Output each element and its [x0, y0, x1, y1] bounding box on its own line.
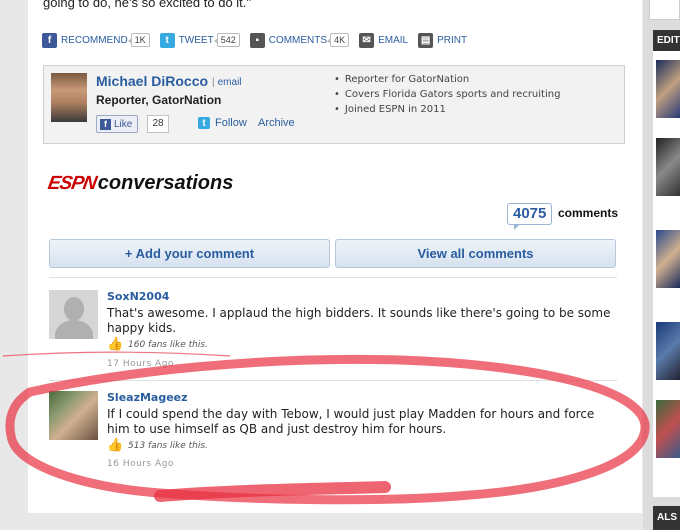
comments-label: COMMENTS: [268, 34, 328, 46]
thumbs-up-icon[interactable]: 👍: [107, 439, 123, 453]
like-count: 28: [147, 115, 169, 133]
author-avatar: [51, 73, 87, 122]
author-role: Reporter, GatorNation: [96, 93, 222, 107]
espn-conversations-logo: ESPN conversations: [46, 172, 234, 195]
comment-username[interactable]: SleazMageez: [107, 391, 188, 404]
facebook-like-button[interactable]: f Like: [96, 115, 138, 133]
divider: [49, 277, 617, 278]
print-label: PRINT: [437, 34, 468, 46]
view-all-comments-button[interactable]: View all comments: [335, 239, 616, 268]
follow-label: Follow: [215, 117, 247, 129]
thumbs-up-icon[interactable]: 👍: [107, 338, 123, 352]
thumbnail-image[interactable]: [656, 60, 680, 118]
thumbnail-image[interactable]: [656, 138, 680, 196]
author-facts: Reporter for GatorNation Covers Florida …: [334, 72, 561, 117]
article-page: going to do, he's so excited to do it." …: [28, 0, 642, 513]
right-column-header: ALS: [653, 506, 680, 530]
espn-logo-mark: ESPN: [46, 173, 98, 194]
author-name[interactable]: Michael DiRocco: [96, 73, 208, 89]
envelope-icon: ✉: [359, 32, 375, 48]
recommend-button[interactable]: f RECOMMEND 1K: [42, 32, 150, 48]
comment-timestamp: 17 Hours Ago: [107, 359, 174, 369]
author-fact: Reporter for GatorNation: [334, 72, 560, 87]
archive-link[interactable]: Archive: [258, 117, 295, 129]
recommend-label: RECOMMEND: [61, 34, 128, 46]
comment-count-badge[interactable]: 4075: [507, 203, 553, 230]
author-email-label: email: [217, 77, 242, 88]
tweet-button[interactable]: t TWEET 542: [159, 32, 240, 48]
thumbnail-image[interactable]: [656, 230, 680, 288]
comment-bubble-icon: ▪: [249, 32, 265, 48]
facebook-icon: f: [100, 118, 111, 130]
facebook-icon: f: [42, 32, 57, 48]
like-label: Like: [114, 118, 133, 130]
tweet-label: TWEET: [178, 34, 214, 46]
comment-likes: 👍 160 fans like this.: [107, 338, 208, 352]
default-avatar-head: [64, 297, 84, 321]
email-label: EMAIL: [378, 34, 409, 46]
comment-timestamp: 16 Hours Ago: [107, 459, 174, 469]
email-button[interactable]: ✉ EMAIL: [359, 32, 409, 48]
author-email-separator: |: [212, 77, 215, 88]
share-bar: f RECOMMEND 1K t TWEET 542 ▪ COMMENTS 4K…: [42, 31, 477, 49]
default-avatar-body: [55, 320, 93, 339]
comments-button[interactable]: ▪ COMMENTS 4K: [249, 32, 350, 48]
avatar[interactable]: [49, 290, 98, 339]
comment-item: SoxN2004 That's awesome. I applaud the h…: [49, 290, 617, 370]
right-column-header: EDIT: [653, 30, 680, 51]
comment-likes: 👍 513 fans like this.: [107, 439, 208, 453]
comment-count-label: comments: [558, 206, 619, 220]
comment-item: SleazMageez If I could spend the day wit…: [49, 391, 617, 471]
printer-icon: ▤: [418, 32, 434, 48]
follow-button[interactable]: t Follow: [198, 117, 247, 129]
comment-likes-text: 513 fans like this.: [128, 441, 208, 451]
comment-likes-text: 160 fans like this.: [128, 340, 208, 350]
author-fact: Covers Florida Gators sports and recruit…: [334, 87, 561, 102]
comment-text: If I could spend the day with Tebow, I w…: [107, 407, 595, 436]
comment-username[interactable]: SoxN2004: [107, 290, 169, 303]
add-comment-button[interactable]: + Add your comment: [49, 239, 330, 268]
conversations-logo-word: conversations: [97, 172, 234, 194]
right-column-top-box: [649, 0, 680, 20]
avatar[interactable]: [49, 391, 98, 440]
author-fact: Joined ESPN in 2011: [334, 102, 560, 117]
right-column: EDIT ALS: [643, 0, 680, 530]
recommend-count: 1K: [127, 33, 150, 47]
twitter-icon: t: [198, 117, 210, 129]
divider: [49, 380, 617, 381]
author-box: Michael DiRocco | email Reporter, GatorNa…: [43, 65, 625, 144]
author-email-link[interactable]: | email: [212, 77, 242, 88]
comment-text: That's awesome. I applaud the high bidde…: [107, 306, 611, 335]
thumbnail-image[interactable]: [656, 322, 680, 380]
page-bottom-gutter: [28, 513, 642, 530]
print-button[interactable]: ▤ PRINT: [418, 32, 468, 48]
article-quote-tail: going to do, he's so excited to do it.": [43, 0, 252, 10]
thumbnail-image[interactable]: [656, 400, 680, 458]
tweet-count: 542: [213, 33, 240, 47]
twitter-icon: t: [159, 32, 175, 48]
comments-count: 4K: [327, 33, 350, 47]
